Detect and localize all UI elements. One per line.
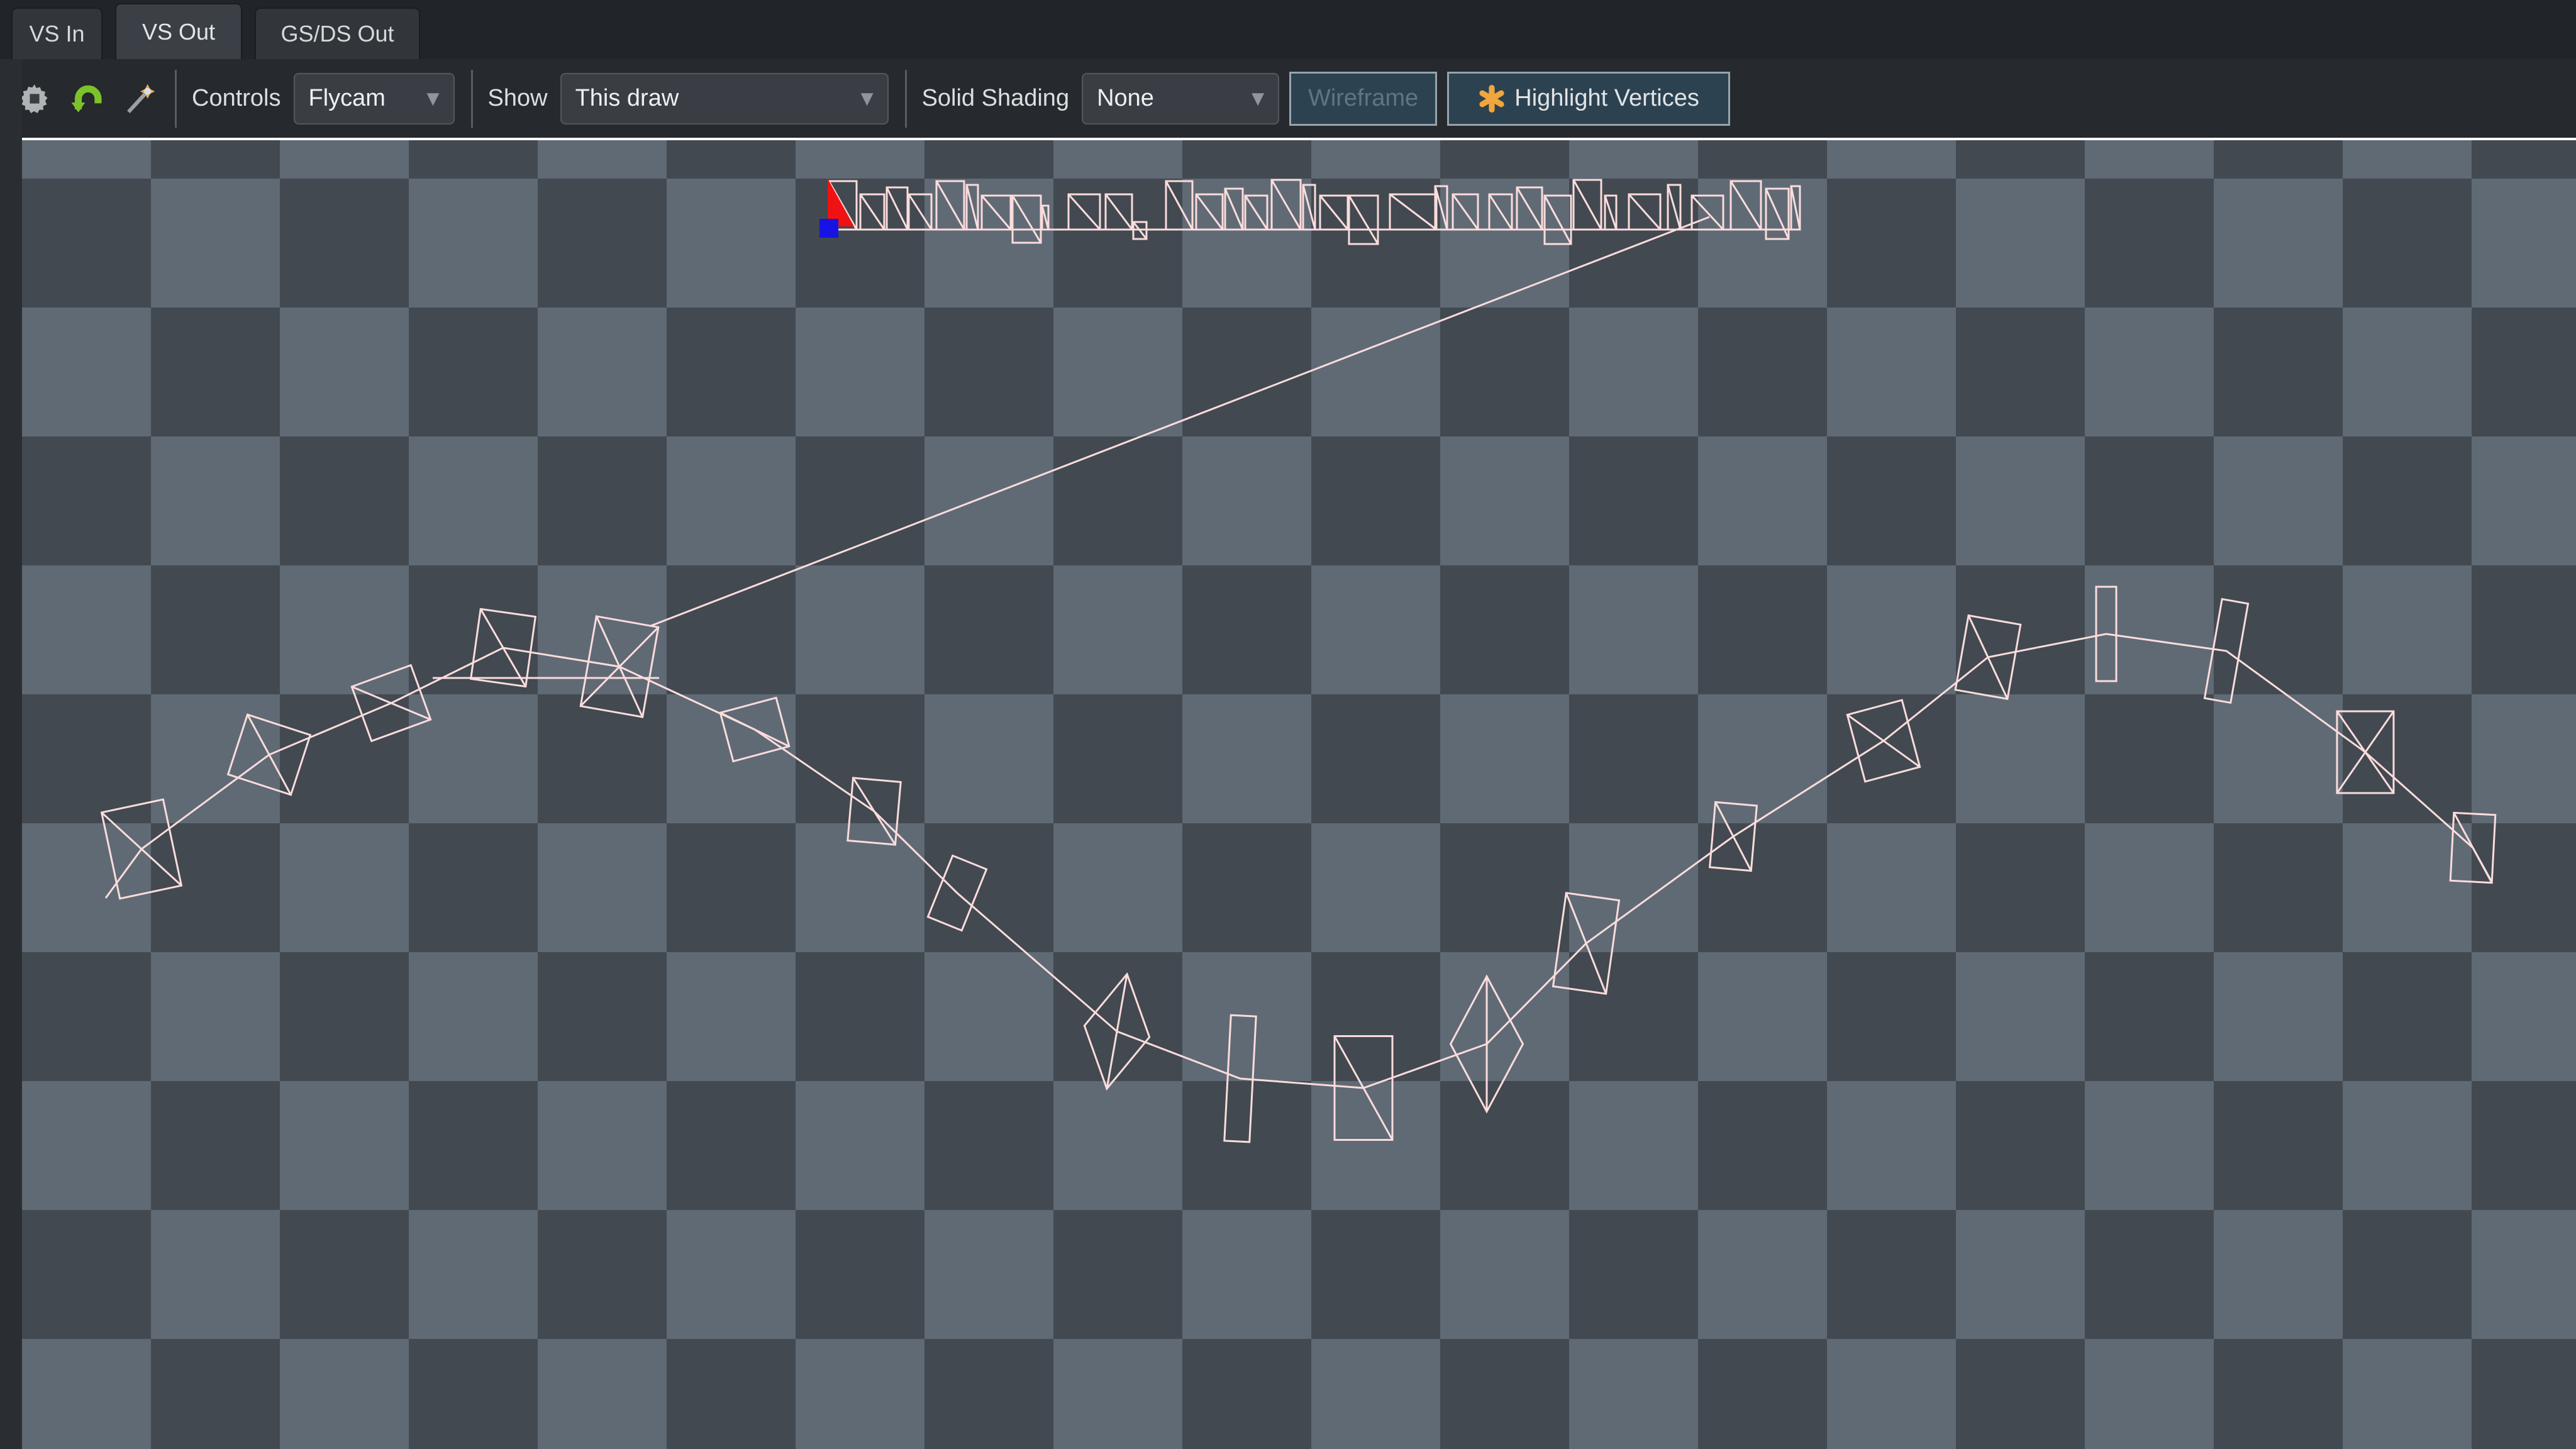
magic-wand-icon[interactable]	[122, 80, 158, 117]
highlight-vertices-toggle-button[interactable]: Highlight Vertices	[1447, 72, 1730, 126]
wireframe-toggle-button[interactable]: Wireframe	[1289, 72, 1437, 126]
tab-gs-ds-out-label: GS/DS Out	[280, 21, 394, 47]
controls-dropdown[interactable]: Flycam ▼	[294, 73, 455, 125]
tab-vs-in[interactable]: VS In	[11, 8, 103, 59]
viewport-left-margin	[0, 59, 22, 1449]
mesh-viewer-window: VS In VS Out GS/DS Out	[0, 0, 2576, 1449]
show-dropdown[interactable]: This draw ▼	[560, 73, 889, 125]
solid-shading-dropdown[interactable]: None ▼	[1082, 73, 1279, 125]
toolbar: Controls Flycam ▼ Show This draw ▼ Solid…	[0, 59, 2576, 138]
tab-vs-in-label: VS In	[29, 21, 84, 47]
asterisk-icon	[1478, 85, 1506, 113]
tab-bar: VS In VS Out GS/DS Out	[0, 0, 2576, 59]
solid-shading-dropdown-value: None	[1083, 85, 1238, 112]
reset-camera-arrow-icon[interactable]	[69, 80, 106, 117]
chevron-down-icon: ▼	[413, 89, 453, 108]
highlight-vertices-button-label: Highlight Vertices	[1514, 85, 1711, 112]
chevron-down-icon: ▼	[1238, 89, 1278, 108]
show-dropdown-value: This draw	[562, 85, 847, 112]
toolbar-separator	[175, 70, 177, 128]
tab-vs-out[interactable]: VS Out	[115, 3, 242, 59]
toolbar-separator	[905, 70, 907, 128]
chevron-down-icon: ▼	[847, 89, 887, 108]
controls-label: Controls	[192, 85, 281, 112]
tab-gs-ds-out[interactable]: GS/DS Out	[255, 8, 420, 59]
wireframe-button-label: Wireframe	[1308, 85, 1418, 112]
toolbar-separator	[471, 70, 473, 128]
solid-shading-label: Solid Shading	[922, 85, 1070, 112]
tab-vs-out-label: VS Out	[142, 19, 215, 45]
controls-dropdown-value: Flycam	[295, 85, 413, 112]
mesh-preview-viewport[interactable]	[0, 140, 2576, 1449]
show-label: Show	[488, 85, 548, 112]
